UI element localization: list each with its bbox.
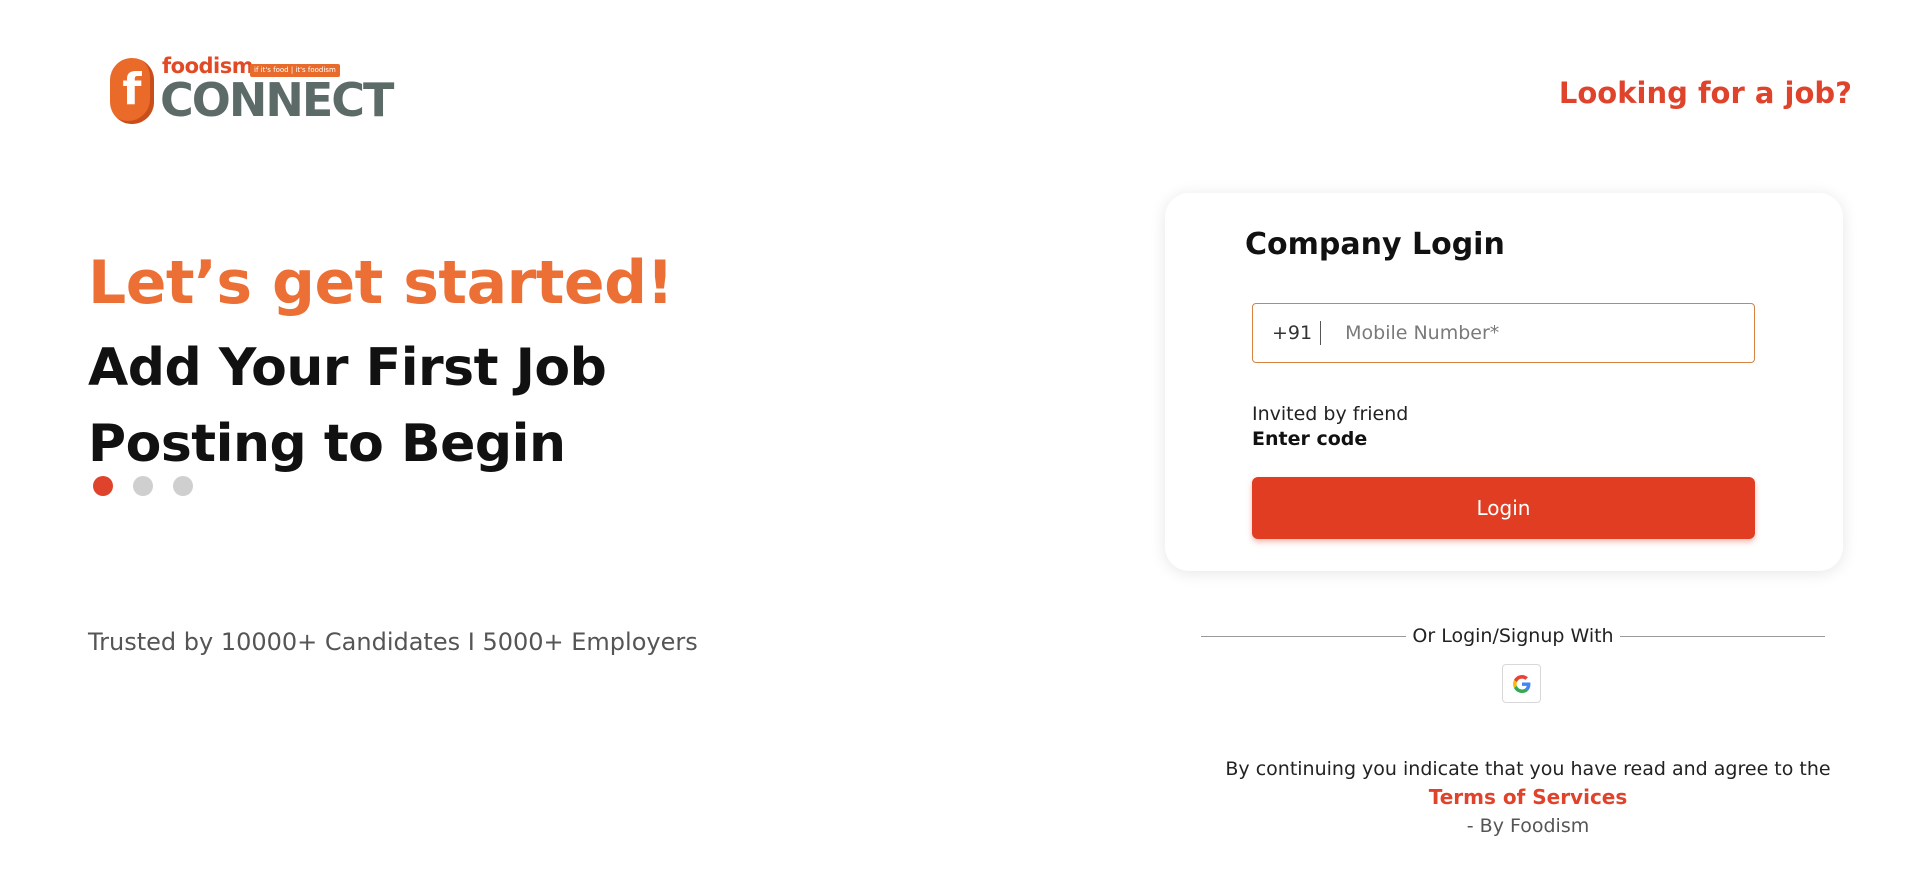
google-login-button[interactable] [1502, 664, 1541, 703]
mobile-number-field[interactable]: +91 [1252, 303, 1755, 363]
carousel-dots [93, 476, 193, 496]
logo-connect-text: CONNECT [160, 73, 394, 127]
enter-code-link[interactable]: Enter code [1252, 428, 1367, 450]
company-login-title: Company Login [1245, 227, 1505, 262]
terms-of-services-link[interactable]: Terms of Services [1429, 783, 1628, 811]
invited-by-friend-label: Invited by friend [1252, 403, 1409, 425]
carousel-dot-2[interactable] [133, 476, 153, 496]
hero-subtitle-line2: Posting to Begin [88, 414, 566, 474]
logo-badge-letter: f [122, 64, 142, 115]
hero-title: Let’s get started! [88, 248, 674, 318]
carousel-dot-1[interactable] [93, 476, 113, 496]
or-login-divider: Or Login/Signup With [1201, 625, 1826, 647]
company-login-card: Company Login +91 Invited by friend Ente… [1165, 193, 1843, 571]
terms-section: By continuing you indicate that you have… [1165, 755, 1891, 841]
divider-line-left [1201, 635, 1407, 637]
country-code-prefix: +91 [1272, 321, 1322, 345]
consent-text: By continuing you indicate that you have… [1225, 758, 1831, 780]
logo-badge-icon: f [110, 58, 154, 124]
or-login-text: Or Login/Signup With [1412, 625, 1614, 647]
hero-subtitle-line1: Add Your First Job [88, 338, 607, 398]
trusted-by-text: Trusted by 10000+ Candidates I 5000+ Emp… [88, 628, 698, 656]
google-icon [1512, 674, 1530, 693]
looking-for-job-link[interactable]: Looking for a job? [1559, 76, 1852, 110]
mobile-number-input[interactable] [1343, 321, 1724, 345]
foodism-connect-logo: f foodism if it's food | it's foodism CO… [108, 54, 394, 127]
carousel-dot-3[interactable] [173, 476, 193, 496]
by-foodism-text: - By Foodism [1466, 815, 1590, 837]
divider-line-right [1619, 635, 1826, 637]
hero-subtitle: Add Your First Job Posting to Begin [88, 330, 688, 482]
login-button[interactable]: Login [1252, 477, 1755, 539]
